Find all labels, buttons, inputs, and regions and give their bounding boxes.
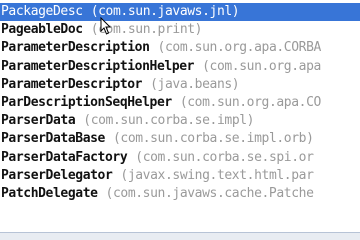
popup-bottom-edge [0, 232, 360, 240]
completion-item[interactable]: ParserDataBase (com.sun.corba.se.impl.orb… [0, 130, 360, 148]
completion-item[interactable]: ParserData (com.sun.corba.se.impl) [0, 112, 360, 130]
class-name: ParserData [1, 113, 76, 129]
class-name: PackageDesc [1, 4, 83, 19]
completion-item[interactable]: ParserDataFactory (com.sun.corba.se.spi.o… [0, 149, 360, 167]
class-name: ParserDataBase [1, 131, 105, 147]
class-name: ParameterDescriptor [1, 76, 143, 92]
completion-item[interactable]: PatchDelegate (com.sun.javaws.cache.Patch… [0, 185, 360, 203]
package-name: (com.sun.org.apa.CO [179, 94, 322, 110]
completion-item[interactable]: ParserDelegator (javax.swing.text.html.pa… [0, 167, 360, 185]
completion-item[interactable]: PageableDoc (com.sun.print) [0, 21, 360, 39]
class-name: ParserDelegator [1, 167, 113, 183]
code-completion-popup: PackageDesc (com.sun.javaws.jnl) PageableD… [0, 0, 360, 240]
completion-item[interactable]: ParameterDescriptor (java.beans) [0, 76, 360, 94]
class-name: ParameterDescription [1, 40, 150, 56]
completion-item[interactable]: ParameterDescription (com.sun.org.apa.COR… [0, 39, 360, 57]
package-name: (com.sun.print) [90, 22, 203, 38]
package-name: (com.sun.corba.se.impl.orb) [112, 131, 314, 147]
package-name: (javax.swing.text.html.par [120, 167, 314, 183]
class-name: ParameterDescriptionHelper [1, 58, 195, 74]
package-name: (com.sun.org.apa [202, 58, 321, 74]
class-name: PageableDoc [1, 22, 83, 38]
package-name: (java.beans) [150, 76, 240, 92]
class-name: PatchDelegate [1, 185, 98, 201]
package-name: (com.sun.javaws.cache.Patche [105, 185, 314, 201]
class-name: ParDescriptionSeqHelper [1, 94, 172, 110]
completion-item[interactable]: ParDescriptionSeqHelper (com.sun.org.apa.… [0, 94, 360, 112]
package-name: (com.sun.org.apa.CORBA [157, 40, 322, 56]
package-name: (com.sun.corba.se.impl) [83, 113, 255, 129]
package-name: (com.sun.corba.se.spi.or [135, 149, 314, 165]
completion-list[interactable]: PackageDesc (com.sun.javaws.jnl) PageableD… [0, 3, 360, 203]
completion-item[interactable]: ParameterDescriptionHelper (com.sun.org.a… [0, 58, 360, 76]
package-name: (com.sun.javaws.jnl) [90, 4, 240, 19]
class-name: ParserDataFactory [1, 149, 128, 165]
completion-item[interactable]: PackageDesc (com.sun.javaws.jnl) [0, 3, 360, 22]
